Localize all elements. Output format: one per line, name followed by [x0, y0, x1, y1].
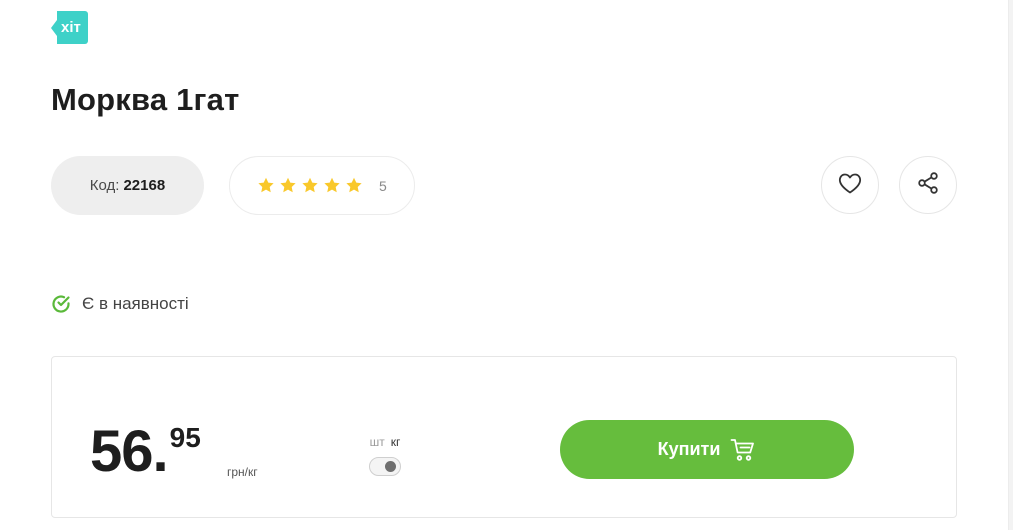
- rating-count: 5: [379, 177, 387, 194]
- product-page: хіт Морква 1гат Код: 22168 5 Є в наявнос…: [0, 0, 1013, 530]
- favorite-button[interactable]: [821, 156, 879, 214]
- price-card: 56. 95 грн/кг шт кг Купити: [51, 356, 957, 518]
- product-code: Код: 22168: [51, 156, 204, 215]
- star-icon: [345, 177, 363, 194]
- heart-icon: [838, 172, 862, 199]
- product-code-label: Код:: [89, 177, 120, 194]
- rating[interactable]: 5: [229, 156, 415, 215]
- stock-status-label: Є в наявності: [82, 294, 189, 313]
- unit-option-kg[interactable]: кг: [391, 435, 401, 449]
- rating-stars: [257, 177, 363, 194]
- price: 56. 95: [90, 421, 201, 483]
- star-icon: [257, 177, 275, 194]
- stock-status: Є в наявності: [51, 294, 189, 314]
- buy-button[interactable]: Купити: [560, 420, 854, 479]
- share-button[interactable]: [899, 156, 957, 214]
- check-circle-icon: [51, 294, 71, 314]
- price-integer: 56.: [90, 419, 169, 484]
- unit-switch-knob[interactable]: [385, 461, 396, 472]
- share-icon: [916, 171, 940, 200]
- product-code-value: 22168: [123, 177, 166, 194]
- star-icon: [301, 177, 319, 194]
- product-title: Морква 1гат: [51, 82, 240, 117]
- unit-toggle[interactable]: шт кг: [363, 435, 407, 476]
- hit-badge-label: хіт: [57, 11, 88, 44]
- star-icon: [279, 177, 297, 194]
- cart-icon: [730, 438, 756, 462]
- unit-switch[interactable]: [369, 457, 401, 476]
- price-fraction: 95: [169, 422, 201, 453]
- page-scrollbar[interactable]: [1008, 0, 1013, 530]
- hit-badge: хіт: [51, 11, 88, 44]
- price-unit: грн/кг: [227, 465, 258, 479]
- buy-button-label: Купити: [657, 439, 721, 459]
- unit-option-pieces[interactable]: шт: [370, 435, 385, 449]
- star-icon: [323, 177, 341, 194]
